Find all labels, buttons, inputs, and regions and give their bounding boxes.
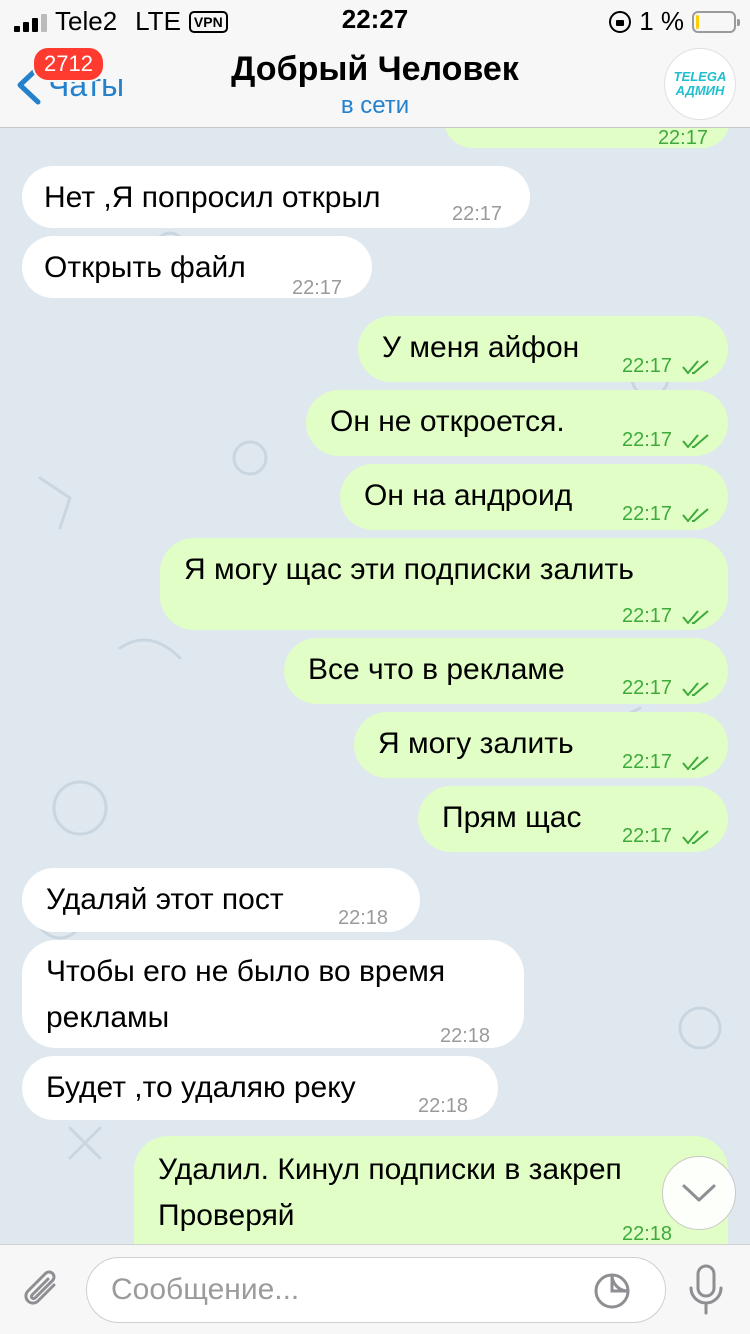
- battery-icon: [692, 10, 740, 33]
- message-time: 22:17: [622, 355, 673, 377]
- message-status: 22:17: [622, 492, 712, 536]
- avatar[interactable]: TELEGA АДМИН: [664, 48, 736, 120]
- message-time: 22:18: [622, 1223, 673, 1244]
- avatar-text-bottom: АДМИН: [675, 83, 725, 98]
- message-bubble-incoming[interactable]: Чтобы его не было во время рекламы 22:18: [22, 940, 524, 1048]
- message-status: 22:17: [622, 814, 712, 858]
- message-bubble-outgoing[interactable]: 22:17: [444, 128, 730, 149]
- message-input[interactable]: Сообщение...: [86, 1257, 666, 1323]
- message-text-line: Чтобы его не было во время: [46, 955, 446, 988]
- message-text: Я могу щас эти подписки залить: [184, 553, 634, 586]
- message-text: У меня айфон: [382, 331, 580, 364]
- message-bubble-outgoing[interactable]: Я могу щас эти подписки залить 22:17: [160, 538, 728, 630]
- message-bubble-outgoing[interactable]: Он на андроид 22:17: [340, 464, 728, 530]
- message-text: Открыть файл: [44, 251, 246, 284]
- message-bubble-incoming[interactable]: Открыть файл 22:17: [22, 236, 372, 299]
- message-bubble-outgoing[interactable]: Все что в рекламе 22:17: [284, 638, 728, 704]
- double-check-icon: [681, 507, 709, 523]
- message-bubble-outgoing[interactable]: Он не откроется. 22:17: [306, 390, 728, 456]
- message-status: 22:17: [622, 594, 712, 638]
- message-text: Удаляй этот пост: [46, 883, 284, 916]
- message-time: 22:17: [657, 128, 708, 149]
- message-time: 22:17: [622, 429, 673, 451]
- message-text: Прям щас: [442, 801, 582, 834]
- message-bubble-outgoing[interactable]: У меня айфон 22:17: [358, 316, 728, 382]
- double-check-icon: [681, 755, 709, 771]
- double-check-icon: [681, 681, 709, 697]
- message-text-line: Удалил. Кинул подписки в закреп: [158, 1153, 622, 1186]
- message-time: 22:18: [418, 1095, 469, 1117]
- message-bubble-incoming[interactable]: Нет ,Я попросил открыл 22:17: [22, 166, 530, 228]
- message-time: 22:17: [292, 277, 343, 299]
- message-text: Он не откроется.: [330, 405, 565, 438]
- message-bubble-outgoing[interactable]: Я могу залить 22:17: [354, 712, 728, 778]
- message-bubble-incoming[interactable]: Будет ,то удаляю реку 22:18: [22, 1056, 498, 1120]
- message-text-line: Проверяй: [158, 1199, 295, 1232]
- contact-name[interactable]: Добрый Человек: [0, 50, 750, 89]
- message-text: Нет ,Я попросил открыл: [44, 181, 381, 214]
- status-bar-right: 1 %: [609, 6, 740, 37]
- message-time: 22:17: [622, 605, 673, 627]
- double-check-icon: [681, 433, 709, 449]
- message-bubble-outgoing[interactable]: Удалил. Кинул подписки в закреп Проверяй…: [134, 1136, 728, 1244]
- double-check-icon: [681, 359, 709, 375]
- sticker-icon[interactable]: [593, 1272, 631, 1310]
- microphone-icon[interactable]: [686, 1263, 726, 1317]
- chat-header: Чаты 2712 Добрый Человек в сети TELEGA А…: [0, 40, 750, 128]
- scroll-to-bottom-button[interactable]: [662, 1156, 736, 1230]
- battery-percent: 1 %: [639, 6, 684, 36]
- paperclip-icon[interactable]: [20, 1265, 64, 1315]
- message-list[interactable]: 22:17 Нет ,Я попросил открыл 22:17 Откры…: [0, 128, 750, 1244]
- message-time: 22:17: [622, 825, 673, 847]
- message-status: 22:17: [622, 740, 712, 784]
- message-input-placeholder: Сообщение...: [111, 1273, 300, 1306]
- message-time: 22:18: [440, 1025, 491, 1047]
- chevron-down-icon: [682, 1184, 716, 1202]
- message-composer: Сообщение...: [0, 1244, 750, 1334]
- rotation-lock-icon: [609, 10, 632, 33]
- message-text: Все что в рекламе: [308, 653, 565, 686]
- message-bubble-incoming[interactable]: Удаляй этот пост 22:18: [22, 868, 420, 932]
- message-status: 22:17: [622, 418, 712, 462]
- message-status: 22:17: [622, 344, 712, 388]
- message-time: 22:17: [622, 677, 673, 699]
- message-status: 22:17: [622, 666, 712, 710]
- double-check-icon: [681, 829, 709, 845]
- message-text: Будет ,то удаляю реку: [46, 1071, 356, 1104]
- message-text: Я могу залить: [378, 727, 574, 760]
- double-check-icon: [681, 609, 709, 625]
- status-bar: Tele2 LTE VPN 22:27 1 %: [0, 0, 750, 40]
- message-text-line: рекламы: [46, 1001, 170, 1034]
- message-time: 22:17: [622, 751, 673, 773]
- message-time: 22:17: [452, 203, 503, 225]
- message-bubble-outgoing[interactable]: Прям щас 22:17: [418, 786, 728, 852]
- message-time: 22:18: [338, 907, 389, 929]
- contact-status: в сети: [340, 92, 410, 119]
- avatar-text-top: TELEGA: [673, 69, 727, 84]
- message-time: 22:17: [622, 503, 673, 525]
- message-text: Он на андроид: [364, 479, 573, 512]
